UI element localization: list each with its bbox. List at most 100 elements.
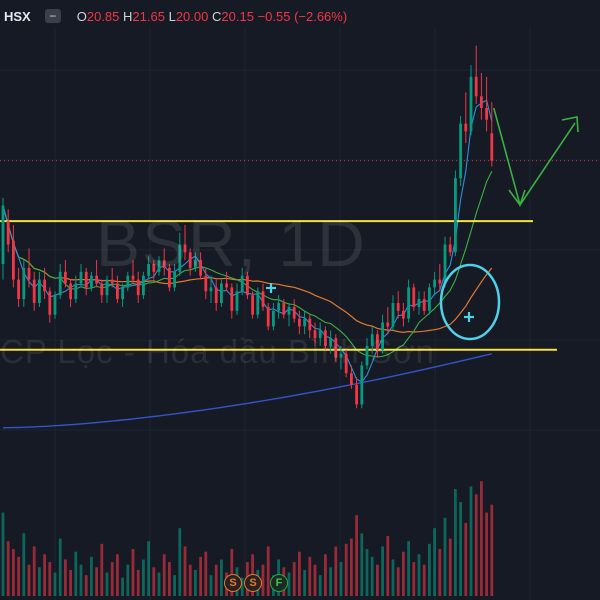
volume-bar-87	[454, 489, 457, 596]
volume-bar-86	[448, 538, 452, 596]
change-value: −0.55 (−2.66%)	[257, 8, 348, 24]
volume-bar-24	[126, 564, 130, 596]
volume-bar-0	[1, 512, 5, 596]
volume-bar-42	[220, 559, 223, 596]
volume-bar-1	[6, 541, 10, 596]
volume-bar-35	[183, 546, 187, 596]
volume-bar-19	[100, 543, 104, 596]
candle-body-16	[84, 271, 88, 288]
candle-body-5	[27, 267, 31, 280]
candle-body-49	[256, 291, 260, 315]
candle-body-48	[251, 295, 254, 315]
candle-body-90	[469, 76, 473, 132]
candle-body-55	[287, 306, 291, 315]
candle-body-40	[209, 287, 213, 292]
candle-body-80	[417, 299, 421, 307]
candle-body-86	[448, 244, 452, 253]
exchange-label: HSX	[4, 8, 31, 24]
candle-body-8	[43, 279, 46, 292]
candle-body-45	[235, 291, 239, 311]
volume-bar-82	[428, 543, 431, 596]
candle-body-69	[360, 365, 364, 405]
volume-bar-75	[391, 559, 395, 596]
volume-bar-74	[386, 536, 390, 596]
price-chart[interactable]	[0, 0, 600, 600]
candle-body-81	[422, 299, 426, 311]
candle-body-50	[261, 291, 265, 307]
volume-bar-39	[204, 551, 208, 596]
volume-bar-88	[459, 502, 462, 596]
candle-body-91	[474, 76, 478, 97]
event-badge-f[interactable]: F	[270, 574, 288, 592]
event-badge-s1[interactable]: S	[224, 574, 242, 592]
volume-bar-90	[469, 486, 473, 596]
candle-body-7	[38, 279, 41, 303]
volume-bar-20	[105, 572, 109, 596]
volume-bar-56	[292, 562, 296, 596]
volume-bar-78	[407, 541, 410, 596]
candle-body-79	[412, 287, 416, 307]
candle-body-59	[308, 318, 312, 331]
candle-body-67	[350, 373, 353, 385]
volume-bar-72	[376, 564, 379, 596]
volume-bar-70	[365, 549, 369, 596]
candle-body-4	[22, 267, 26, 300]
candle-body-6	[32, 279, 36, 303]
candle-body-13	[69, 283, 72, 300]
candle-body-1	[6, 221, 10, 245]
collapse-legend-button[interactable]: −	[44, 9, 61, 23]
candle-body-26	[136, 279, 140, 296]
volume-bar-84	[438, 549, 442, 596]
candle-body-41	[214, 287, 218, 303]
candle-body-10	[53, 295, 57, 315]
volume-bar-25	[131, 549, 135, 596]
low-label: L	[168, 8, 176, 24]
close-value: 20.15	[221, 8, 254, 24]
candle-body-92	[480, 96, 483, 108]
volume-bar-81	[422, 564, 426, 596]
volume-bar-2	[12, 549, 15, 596]
volume-bar-38	[199, 556, 202, 596]
volume-bar-62	[324, 554, 327, 596]
candle-body-58	[303, 318, 306, 327]
candle-body-94	[490, 133, 494, 161]
highlight-circle	[439, 263, 501, 341]
volume-bar-5	[27, 564, 31, 596]
symbol-watermark: BSR, 1D	[96, 206, 367, 280]
event-badge-s2[interactable]: S	[244, 574, 262, 592]
volume-bar-77	[402, 551, 405, 596]
volume-bar-94	[490, 504, 494, 596]
volume-bar-89	[464, 522, 468, 596]
low-value: 20.00	[175, 8, 209, 24]
candle-body-3	[17, 279, 20, 300]
candle-body-68	[355, 384, 358, 405]
volume-bar-65	[339, 562, 343, 596]
volume-bar-73	[381, 546, 384, 596]
candle-body-88	[459, 123, 462, 179]
volume-bar-28	[147, 541, 150, 596]
volume-bar-32	[168, 562, 171, 596]
volume-bar-93	[485, 512, 488, 596]
candle-body-82	[428, 287, 431, 311]
candle-body-83	[433, 279, 436, 288]
close-label: C	[212, 8, 222, 24]
volume-bar-15	[79, 564, 83, 596]
volume-bar-21	[110, 562, 114, 596]
volume-bar-91	[474, 494, 478, 596]
volume-bar-76	[396, 567, 400, 596]
volume-bar-10	[53, 572, 57, 596]
ohlc-values: O20.85 H21.65 L20.00 C20.15 −0.55 (−2.66…	[77, 9, 347, 24]
open-value: 20.85	[86, 8, 120, 24]
volume-bar-27	[142, 559, 145, 596]
volume-bar-7	[38, 567, 41, 596]
volume-bar-64	[334, 546, 338, 596]
volume-bar-12	[64, 559, 67, 596]
open-label: O	[76, 8, 87, 24]
volume-bar-71	[370, 556, 374, 596]
candle-body-44	[230, 287, 234, 311]
event-badges[interactable]: S S F	[224, 574, 288, 592]
candle-body-74	[386, 322, 390, 327]
volume-bar-69	[360, 533, 364, 596]
volume-bar-36	[188, 564, 192, 596]
volume-bar-85	[443, 517, 447, 596]
